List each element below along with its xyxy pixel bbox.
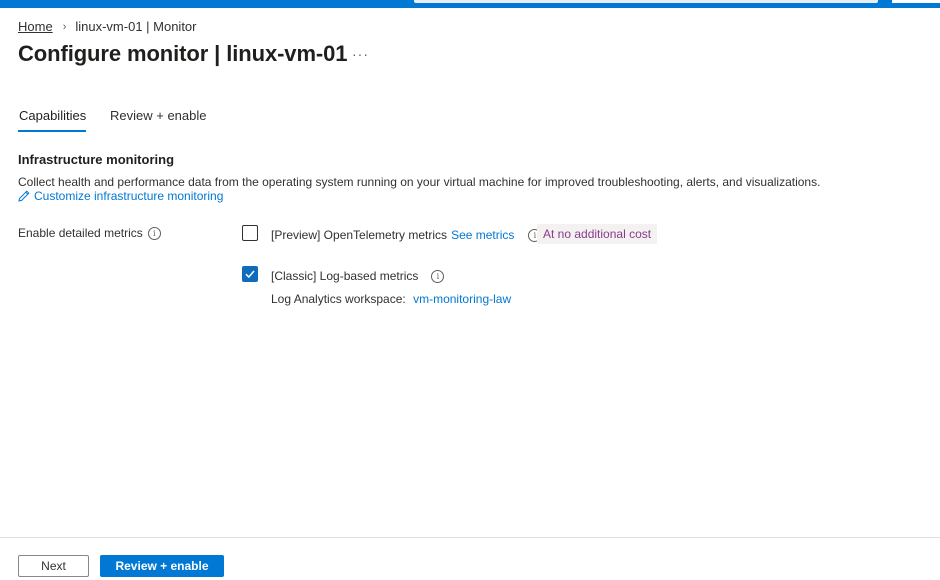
chevron-right-icon: › xyxy=(62,20,67,33)
info-icon[interactable]: i xyxy=(431,269,445,283)
customize-monitoring-label: Customize infrastructure monitoring xyxy=(34,189,224,203)
customize-monitoring-link[interactable]: Customize infrastructure monitoring xyxy=(17,189,223,203)
section-description: Collect health and performance data from… xyxy=(18,175,821,189)
tab-review-enable-label: Review + enable xyxy=(110,108,207,123)
page-title: Configure monitor | linux-vm-01 xyxy=(18,41,348,66)
log-based-metrics-label: [Classic] Log-based metrics xyxy=(271,269,419,283)
breadcrumb: Home › linux-vm-01 | Monitor xyxy=(18,19,197,34)
enable-detailed-metrics-text: Enable detailed metrics xyxy=(18,226,143,240)
section-title: Infrastructure monitoring xyxy=(18,152,175,167)
tab-capabilities[interactable]: Capabilities xyxy=(18,108,87,132)
checkmark-icon xyxy=(245,270,255,279)
account-area[interactable] xyxy=(892,0,940,3)
breadcrumb-home-link[interactable]: Home xyxy=(18,19,53,34)
breadcrumb-current: linux-vm-01 | Monitor xyxy=(75,19,197,34)
footer-divider xyxy=(0,537,940,538)
more-options-icon[interactable]: ··· xyxy=(352,46,369,62)
opentelemetry-checkbox[interactable] xyxy=(242,225,258,241)
see-metrics-link[interactable]: See metrics xyxy=(451,228,514,242)
enable-detailed-metrics-label: Enable detailed metrics i xyxy=(18,226,161,240)
top-nav-bar xyxy=(0,0,940,8)
log-analytics-workspace: Log Analytics workspace: vm-monitoring-l… xyxy=(271,292,511,306)
opentelemetry-option: [Preview] OpenTelemetry metrics See metr… xyxy=(271,228,542,242)
cost-badge: At no additional cost xyxy=(537,224,658,244)
tab-review-enable[interactable]: Review + enable xyxy=(110,108,206,123)
global-search-box[interactable] xyxy=(414,0,878,3)
next-button[interactable]: Next xyxy=(18,555,89,577)
review-enable-button[interactable]: Review + enable xyxy=(100,555,224,577)
log-based-metrics-option: [Classic] Log-based metrics i xyxy=(271,269,445,283)
workspace-link[interactable]: vm-monitoring-law xyxy=(413,292,511,306)
info-icon[interactable]: i xyxy=(147,226,161,240)
tab-capabilities-label: Capabilities xyxy=(19,108,87,123)
pencil-icon xyxy=(18,190,30,202)
active-tab-indicator xyxy=(18,130,86,132)
log-based-metrics-checkbox[interactable] xyxy=(242,266,258,282)
opentelemetry-label: [Preview] OpenTelemetry metrics xyxy=(271,228,448,242)
workspace-label: Log Analytics workspace: xyxy=(271,292,406,306)
